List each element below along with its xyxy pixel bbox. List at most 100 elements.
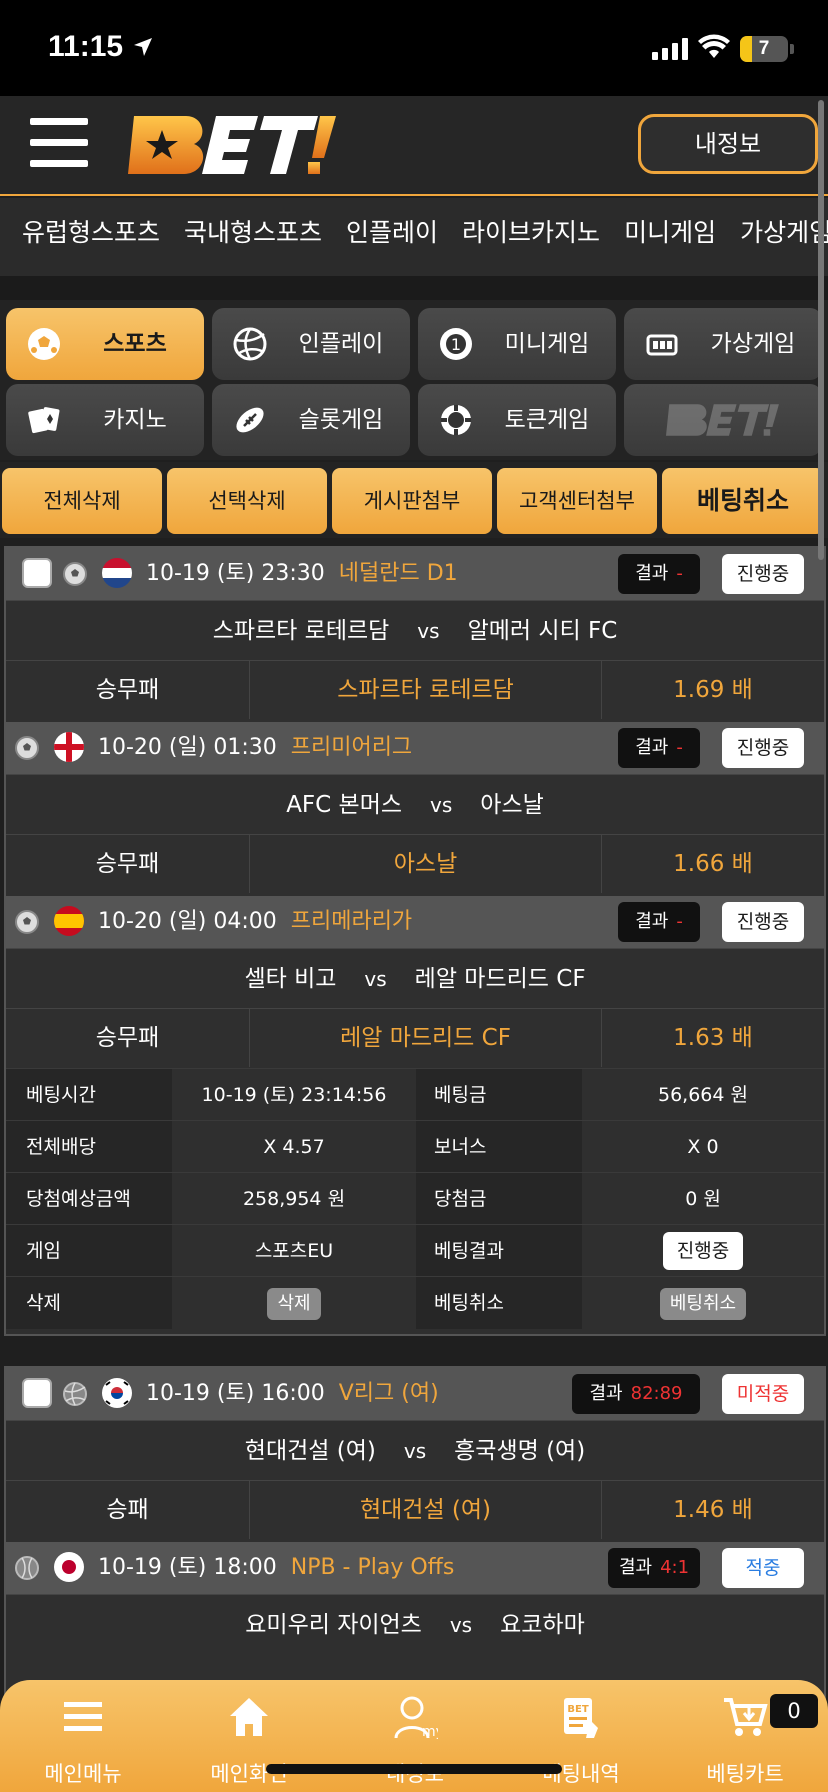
bet-time-label: 베팅시간 [6, 1069, 172, 1121]
bet-logo-faded [666, 404, 779, 436]
market-type: 승무패 [6, 1009, 250, 1067]
match-header: 10-19 (토) 18:00 NPB - Play Offs 결과 4:1 적중 [6, 1542, 824, 1594]
game-button-virtual[interactable]: 가상게임 [624, 308, 822, 380]
match-result: 결과 - [618, 728, 700, 768]
odds-value: 1.46 배 [673, 1497, 753, 1523]
bet-pick-row: 승패 현대건설 (여) 1.46 배 [6, 1480, 824, 1539]
vs-label: vs [417, 619, 440, 643]
category-item[interactable]: 라이브카지노 [462, 198, 600, 268]
bet-pick-row: 승무패 스파르타 로테르담 1.69 배 [6, 660, 824, 719]
home-team: 스파르타 로테르담 [212, 618, 390, 644]
nav-my-info[interactable]: my 내정보 [332, 1680, 498, 1792]
picked-outcome: 현대건설 (여) [250, 1481, 602, 1539]
odds-value: 1.66 배 [673, 851, 753, 877]
result-label: 결과 [635, 563, 669, 584]
vs-label: vs [364, 967, 387, 991]
bet-amount-label: 베팅금 [416, 1069, 582, 1121]
market-type: 승패 [6, 1481, 250, 1539]
match-status-badge: 진행중 [722, 554, 804, 594]
my-info-button[interactable]: 내정보 [638, 114, 818, 174]
attach-support-button[interactable]: 고객센터첨부 [497, 468, 657, 534]
token-chip-icon [441, 405, 471, 435]
home-team: 현대건설 (여) [244, 1438, 376, 1464]
select-checkbox[interactable] [22, 1378, 52, 1408]
select-checkbox[interactable] [22, 558, 52, 588]
match-result: 결과 - [618, 554, 700, 594]
match-datetime: 10-20 (일) 04:00 [98, 909, 277, 934]
category-item[interactable]: 미니게임 [624, 198, 716, 268]
match-result: 결과 82:89 [572, 1374, 700, 1414]
svg-text:my: my [422, 1724, 438, 1740]
picked-outcome: 스파르타 로테르담 [250, 661, 602, 719]
match-status-badge: 적중 [722, 1548, 804, 1588]
game-button-slot[interactable]: 슬롯게임 [212, 384, 410, 456]
result-value: - [676, 563, 683, 584]
match-league: 네덜란드 D1 [338, 561, 458, 586]
info-row: 게임 스포츠EU 베팅결과 진행중 [6, 1224, 824, 1277]
nav-label: 메인메뉴 [44, 1762, 122, 1786]
wifi-icon [698, 34, 730, 58]
game-value: 스포츠EU [172, 1225, 416, 1277]
volleyball-icon [63, 1382, 87, 1406]
game-button-label: 카지노 [103, 407, 167, 433]
match-teams: 셀타 비고 vs 레알 마드리드 CF [6, 948, 824, 1008]
delete-all-button[interactable]: 전체삭제 [2, 468, 162, 534]
cancel-bet-button[interactable]: 베팅취소 [662, 468, 824, 534]
japan-flag-icon [54, 1552, 84, 1582]
delete-label: 삭제 [6, 1277, 172, 1329]
match-result: 결과 4:1 [608, 1548, 700, 1588]
odds-value: 1.69 배 [673, 677, 753, 703]
game-button-casino[interactable]: 카지노 [6, 384, 204, 456]
category-item[interactable]: 국내형스포츠 [184, 198, 322, 268]
scrollbar[interactable] [818, 100, 824, 560]
baseball-icon [15, 1556, 39, 1580]
game-button-minigame[interactable]: 1 미니게임 [418, 308, 616, 380]
match-datetime: 10-20 (일) 01:30 [98, 735, 277, 760]
info-row: 삭제 삭제 베팅취소 베팅취소 [6, 1276, 824, 1329]
volleyball-icon [233, 327, 267, 361]
category-item[interactable]: 유럽형스포츠 [22, 198, 160, 268]
away-team: 흥국생명 (여) [454, 1438, 586, 1464]
bet-pick-row: 승무패 아스날 1.66 배 [6, 834, 824, 893]
cancel-slip-button[interactable]: 베팅취소 [659, 1288, 747, 1320]
category-item[interactable]: 가상게임 [740, 198, 828, 268]
delete-slip-button[interactable]: 삭제 [267, 1288, 321, 1320]
signal-icon [652, 38, 688, 60]
match-league: V리그 (여) [338, 1381, 439, 1406]
home-indicator [266, 1764, 562, 1774]
game-button-sports[interactable]: 스포츠 [6, 308, 204, 380]
status-time: 11:15 [48, 30, 124, 63]
match-teams: 현대건설 (여) vs 흥국생명 (여) [6, 1420, 824, 1480]
game-button-label: 미니게임 [504, 331, 590, 357]
away-team: 요코하마 [500, 1612, 585, 1638]
nav-bet-history[interactable]: BET 베팅내역 [498, 1680, 664, 1792]
game-button-label: 인플레이 [298, 331, 384, 357]
game-button-token[interactable]: 토큰게임 [418, 384, 616, 456]
hamburger-menu-icon[interactable] [30, 118, 88, 168]
match-status-badge: 진행중 [722, 902, 804, 942]
result-value: 82:89 [630, 1383, 683, 1404]
match-league: 프리미어리그 [290, 735, 413, 760]
attach-board-button[interactable]: 게시판첨부 [332, 468, 492, 534]
result-label: 결과 [618, 1557, 653, 1578]
game-button-label: 가상게임 [710, 331, 796, 357]
match-datetime: 10-19 (토) 16:00 [146, 1381, 325, 1406]
netherlands-flag-icon [102, 558, 132, 588]
game-button-inplay[interactable]: 인플레이 [212, 308, 410, 380]
match-teams: 요미우리 자이언츠 vs 요코하마 [6, 1594, 824, 1654]
nav-home[interactable]: 메인화면 [166, 1680, 332, 1792]
nav-main-menu[interactable]: 메인메뉴 [0, 1680, 166, 1792]
info-row: 베팅시간 10-19 (토) 23:14:56 베팅금 56,664 원 [6, 1068, 824, 1121]
category-item[interactable]: 인플레이 [346, 198, 438, 268]
bet-info-table: 베팅시간 10-19 (토) 23:14:56 베팅금 56,664 원 전체배… [6, 1068, 824, 1329]
soccer-ball-icon [28, 328, 60, 360]
match-status-badge: 미적중 [722, 1374, 804, 1414]
result-label: 결과 [589, 1383, 623, 1404]
soccer-ball-icon [15, 736, 39, 760]
bottom-nav: 메인메뉴 메인화면 my 내정보 BET 베팅내역 베팅카트 0 [0, 1680, 828, 1792]
game-button-bet-logo[interactable] [624, 384, 822, 456]
match-teams: AFC 본머스 vs 아스날 [6, 774, 824, 834]
soccer-ball-icon [63, 562, 87, 586]
bet-result-label: 베팅결과 [416, 1225, 582, 1277]
delete-selected-button[interactable]: 선택삭제 [167, 468, 327, 534]
